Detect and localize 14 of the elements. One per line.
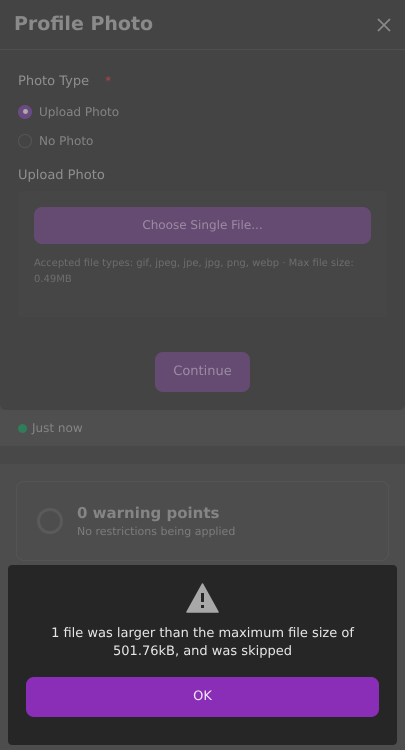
close-icon[interactable] [377,18,391,32]
field-label: Photo Type [18,73,90,91]
required-mark: * [105,73,112,90]
field-label: Upload Photo [18,167,106,185]
warning-icon [186,583,219,613]
alert-message: 1 file was larger than the maximum file size of 501.76kB, and was skipped [50,625,356,661]
continue-button[interactable]: Continue [155,352,250,392]
radio-button[interactable] [18,104,32,118]
warning-title: 0 warning points [77,502,220,524]
radio-label: No Photo [39,132,94,150]
ok-button[interactable]: OK [26,677,379,717]
choose-file-button[interactable]: Choose Single File... [34,206,371,244]
modal-title: Profile Photo [14,12,154,38]
radio-label: Upload Photo [39,104,120,120]
